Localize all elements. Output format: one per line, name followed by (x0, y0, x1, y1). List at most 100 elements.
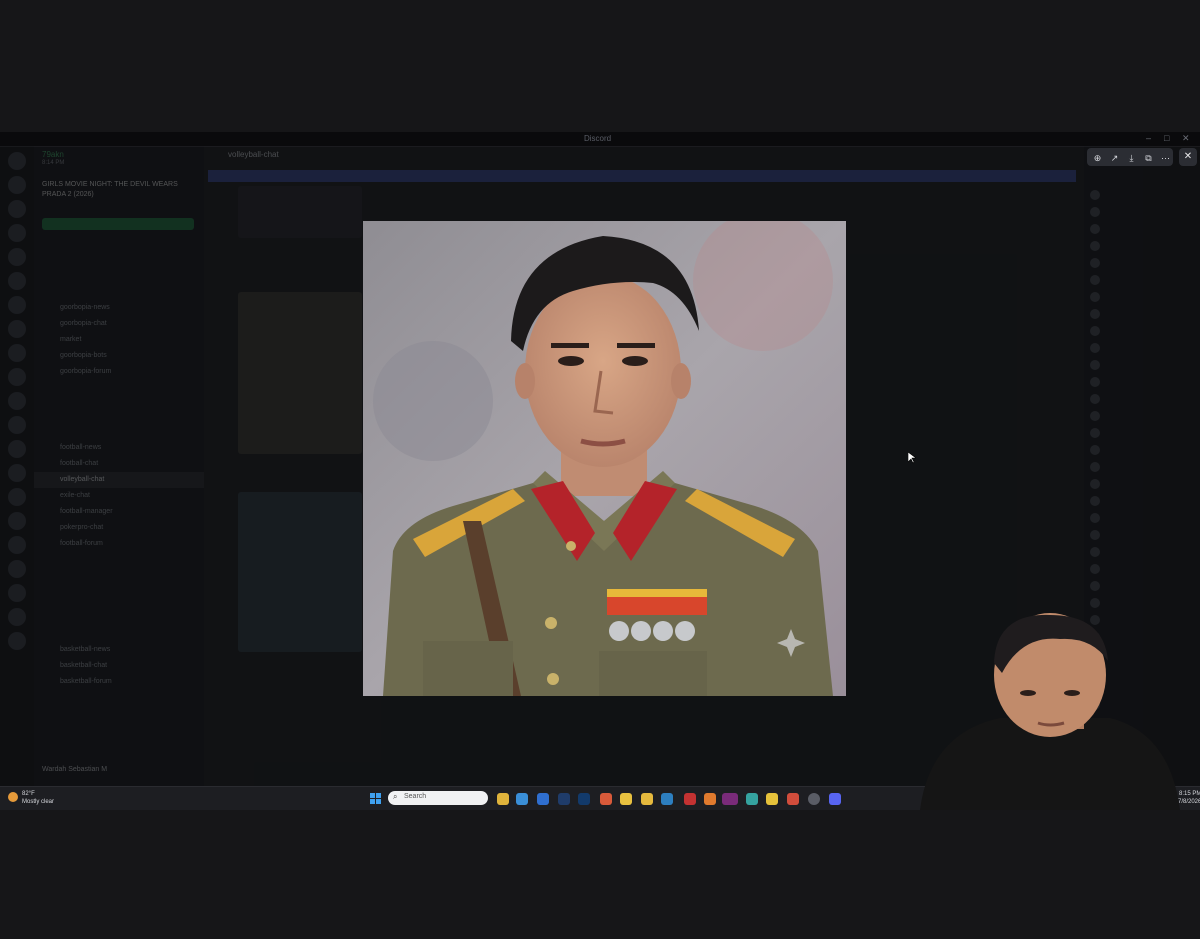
discord-icon[interactable] (829, 793, 841, 805)
channel-item[interactable]: basketball-chat (34, 658, 204, 674)
chrome-icon[interactable] (620, 793, 632, 805)
server-icon[interactable] (8, 512, 26, 530)
member-item[interactable] (1084, 509, 1200, 526)
member-item[interactable] (1084, 186, 1200, 203)
channel-item[interactable]: exile-chat (34, 488, 204, 504)
server-icon[interactable] (8, 608, 26, 626)
copilot-icon[interactable] (497, 793, 509, 805)
app-icon[interactable] (766, 793, 778, 805)
channel-item-selected[interactable]: volleyball-chat (34, 472, 204, 488)
zoom-in-icon[interactable]: ⊕ (1091, 149, 1104, 167)
mouse-cursor-icon (908, 452, 916, 464)
server-icon[interactable] (8, 536, 26, 554)
server-icon[interactable] (8, 224, 26, 242)
close-window-icon[interactable]: ✕ (1182, 133, 1190, 144)
app-icon[interactable] (746, 793, 758, 805)
title-bar: Discord – □ ✕ (0, 132, 1200, 147)
photoshop-icon[interactable] (578, 793, 590, 805)
message-image[interactable] (238, 292, 362, 454)
open-external-icon[interactable]: ⧉ (1142, 149, 1155, 167)
server-icon[interactable] (8, 392, 26, 410)
message-image[interactable] (238, 492, 362, 652)
member-item[interactable] (1084, 237, 1200, 254)
member-item[interactable] (1084, 220, 1200, 237)
server-icon[interactable] (8, 416, 26, 434)
server-icon[interactable] (8, 368, 26, 386)
obs-icon[interactable] (722, 793, 738, 805)
channel-item[interactable]: basketball-news (34, 642, 204, 658)
edge-icon[interactable] (516, 793, 528, 805)
app-icon[interactable] (684, 793, 696, 805)
server-icon[interactable] (8, 200, 26, 218)
member-item[interactable] (1084, 305, 1200, 322)
file-explorer-icon[interactable] (641, 793, 653, 805)
member-item[interactable] (1084, 288, 1200, 305)
weather-icon (8, 792, 18, 802)
member-item[interactable] (1084, 492, 1200, 509)
close-viewer-button[interactable]: ✕ (1179, 148, 1197, 166)
channel-item[interactable]: goorbopia-bots (34, 348, 204, 364)
member-item[interactable] (1084, 526, 1200, 543)
steam-icon[interactable] (661, 793, 673, 805)
server-icon[interactable] (8, 272, 26, 290)
server-icon[interactable] (8, 296, 26, 314)
server-icon[interactable] (8, 560, 26, 578)
channel-item[interactable]: basketball-forum (34, 674, 204, 690)
server-icon[interactable] (8, 488, 26, 506)
channel-item[interactable]: goorbopia-news (34, 300, 204, 316)
server-icon[interactable] (8, 632, 26, 650)
server-icon[interactable] (8, 320, 26, 338)
download-icon[interactable]: ⤓ (1125, 149, 1138, 167)
terminal-icon[interactable] (558, 793, 570, 805)
search-placeholder: Search (404, 793, 427, 800)
maximize-icon[interactable]: □ (1164, 133, 1169, 143)
app-icon[interactable] (704, 793, 716, 805)
member-item[interactable] (1084, 322, 1200, 339)
taskbar-search-box[interactable]: ⌕ Search (388, 791, 488, 805)
member-item[interactable] (1084, 441, 1200, 458)
media-player-icon[interactable] (808, 793, 820, 805)
member-item[interactable] (1084, 475, 1200, 492)
server-icon[interactable] (8, 248, 26, 266)
member-item[interactable] (1084, 390, 1200, 407)
member-item[interactable] (1084, 407, 1200, 424)
channel-item[interactable]: football-forum (34, 536, 204, 552)
channel-item[interactable]: goorbopia-forum (34, 364, 204, 380)
more-icon[interactable]: ⋯ (1159, 149, 1172, 167)
photos-icon[interactable] (537, 793, 549, 805)
app-icon[interactable] (787, 793, 799, 805)
server-icon[interactable] (8, 344, 26, 362)
channel-item[interactable]: football-news (34, 440, 204, 456)
image-viewer-toolbar: ⊕ ↗ ⤓ ⧉ ⋯ (1087, 148, 1173, 166)
server-icon[interactable] (8, 440, 26, 458)
member-item[interactable] (1084, 560, 1200, 577)
member-item[interactable] (1084, 577, 1200, 594)
member-item[interactable] (1084, 424, 1200, 441)
forward-icon[interactable]: ↗ (1108, 149, 1121, 167)
channel-item[interactable]: market (34, 332, 204, 348)
server-icon[interactable] (8, 584, 26, 602)
member-item[interactable] (1084, 339, 1200, 356)
member-item[interactable] (1084, 458, 1200, 475)
server-icon[interactable] (8, 464, 26, 482)
app-icon[interactable] (600, 793, 612, 805)
member-item[interactable] (1084, 203, 1200, 220)
member-item[interactable] (1084, 373, 1200, 390)
channel-item[interactable]: goorbopia-chat (34, 316, 204, 332)
member-item[interactable] (1084, 271, 1200, 288)
channel-item[interactable]: football-chat (34, 456, 204, 472)
channel-item[interactable]: football-manager (34, 504, 204, 520)
member-item[interactable] (1084, 254, 1200, 271)
message-image[interactable] (238, 186, 362, 238)
server-icon[interactable] (8, 176, 26, 194)
event-interested-button[interactable] (42, 218, 194, 230)
minimize-icon[interactable]: – (1146, 133, 1151, 143)
channel-item[interactable]: pokerpro-chat (34, 520, 204, 536)
member-item[interactable] (1084, 543, 1200, 560)
server-list (0, 146, 34, 786)
member-item[interactable] (1084, 594, 1200, 611)
enlarged-image[interactable] (363, 221, 846, 696)
windows-start-icon[interactable] (370, 793, 381, 804)
server-icon[interactable] (8, 152, 26, 170)
member-item[interactable] (1084, 356, 1200, 373)
